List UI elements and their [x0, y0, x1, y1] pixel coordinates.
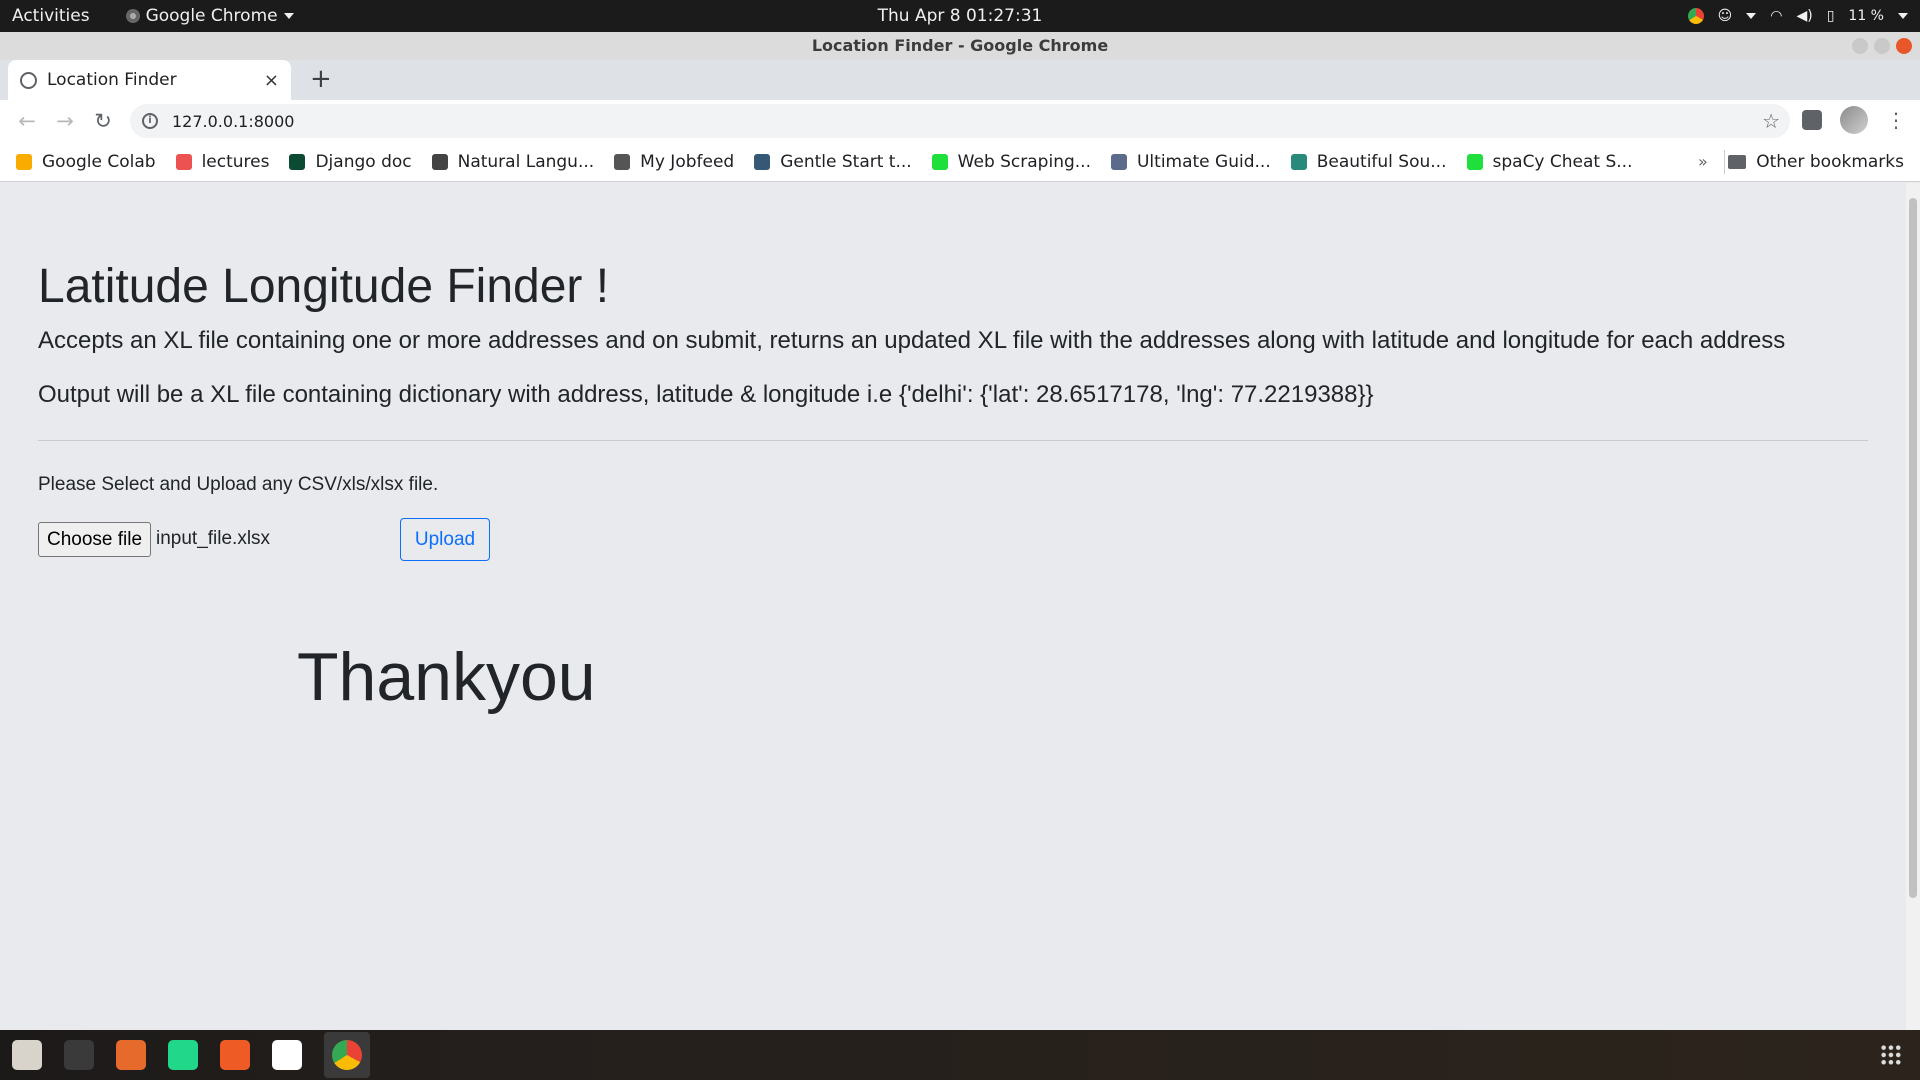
choose-file-button[interactable]: Choose file	[38, 522, 151, 557]
bookmark-item[interactable]: Beautiful Sou...	[1290, 151, 1447, 172]
django-icon	[289, 153, 306, 170]
bookmarks-bar: Google Colab lectures Django doc Natural La…	[0, 142, 1920, 182]
postman-icon[interactable]	[220, 1040, 250, 1070]
url-text[interactable]: 127.0.0.1:8000	[172, 112, 294, 131]
window-title-bar: Location Finder - Google Chrome	[0, 32, 1920, 60]
chrome-dock-item[interactable]	[324, 1032, 370, 1078]
page-content: Latitude Longitude Finder ! Accepts an X…	[0, 183, 1906, 1030]
bookmark-item[interactable]: My Jobfeed	[614, 152, 734, 172]
maximize-button[interactable]	[1874, 38, 1890, 54]
chevron-down-icon	[1746, 13, 1757, 19]
globe-icon	[20, 71, 37, 89]
activities-button[interactable]: Activities	[12, 6, 90, 26]
accessibility-icon: ☺	[1717, 8, 1733, 24]
chevron-down-icon	[283, 13, 294, 19]
bookmark-label: Gentle Start t...	[780, 151, 912, 172]
site-info-icon[interactable]: i	[142, 113, 158, 129]
battery-percentage: 11 %	[1848, 8, 1884, 24]
terminal-icon[interactable]	[64, 1040, 94, 1070]
tab-close-icon[interactable]: ×	[264, 70, 279, 91]
browser-toolbar: ← → ↻ i 127.0.0.1:8000 ☆ ⋮	[0, 100, 1920, 142]
bookmark-item[interactable]: Natural Langu...	[431, 151, 595, 172]
app-menu[interactable]: Google Chrome	[125, 6, 294, 26]
jobfeed-icon	[614, 153, 631, 170]
window-controls	[1852, 38, 1912, 54]
other-bookmarks-label: Other bookmarks	[1756, 151, 1904, 172]
selected-file-name: input_file.xlsx	[156, 528, 271, 549]
thankyou-message: Thankyou	[297, 639, 596, 715]
bookmark-item[interactable]: Gentle Start t...	[754, 151, 912, 172]
bookmark-item[interactable]: spaCy Cheat S...	[1466, 151, 1633, 172]
battery-icon: ▯	[1826, 8, 1835, 24]
volume-icon: ◀)	[1796, 8, 1813, 24]
bookmark-label: My Jobfeed	[640, 151, 735, 172]
description-text: Accepts an XL file containing one or mor…	[38, 327, 1786, 354]
chevron-down-icon	[1898, 13, 1908, 19]
bookmarks-separator	[1724, 150, 1725, 174]
page-heading: Latitude Longitude Finder !	[38, 260, 610, 313]
toolbar-actions: ⋮	[1802, 106, 1906, 134]
bookmark-item[interactable]: Django doc	[289, 151, 412, 172]
bookmark-item[interactable]: lectures	[175, 151, 270, 172]
ubuntu-software-icon[interactable]	[116, 1040, 146, 1070]
divider	[38, 440, 1868, 441]
tab-location-finder[interactable]: Location Finder ×	[8, 60, 291, 100]
tab-strip: Location Finder × +	[0, 60, 1920, 100]
pycharm-icon[interactable]	[168, 1040, 198, 1070]
chart-icon	[1110, 153, 1127, 170]
system-top-bar: Activities Google Chrome Thu Apr 8 01:27…	[0, 0, 1920, 32]
reload-button[interactable]: ↻	[84, 109, 122, 133]
show-applications-icon[interactable]	[1880, 1044, 1902, 1066]
more-bookmarks-chevron[interactable]: »	[1698, 152, 1708, 171]
tab-title: Location Finder	[47, 70, 177, 90]
chrome-tray-icon	[1687, 8, 1704, 24]
output-description-text: Output will be a XL file containing dict…	[38, 381, 1374, 408]
tds-icon	[754, 153, 771, 170]
globe-icon	[431, 153, 448, 170]
c-icon	[1290, 153, 1307, 170]
bookmark-label: Natural Langu...	[457, 151, 595, 172]
bookmark-label: spaCy Cheat S...	[1492, 151, 1633, 172]
back-button[interactable]: ←	[8, 109, 46, 133]
forward-button[interactable]: →	[46, 109, 84, 133]
extensions-icon[interactable]	[1802, 110, 1822, 130]
profile-avatar[interactable]	[1840, 106, 1868, 134]
files-icon[interactable]	[12, 1040, 42, 1070]
realpython-icon	[931, 153, 948, 170]
address-bar[interactable]: i 127.0.0.1:8000 ☆	[130, 104, 1790, 138]
page-scrollbar[interactable]	[1906, 183, 1920, 1030]
text-editor-icon[interactable]	[272, 1040, 302, 1070]
bookmark-label: lectures	[201, 151, 270, 172]
folder-icon	[1728, 154, 1747, 169]
other-bookmarks[interactable]: Other bookmarks	[1728, 152, 1904, 172]
bookmark-label: Web Scraping...	[957, 151, 1091, 172]
colab-icon	[16, 153, 32, 170]
upload-button[interactable]: Upload	[400, 518, 490, 561]
bookmark-label: Django doc	[315, 151, 412, 172]
bookmark-label: Beautiful Sou...	[1316, 151, 1447, 172]
chrome-menu-icon[interactable]: ⋮	[1886, 108, 1906, 132]
minimize-button[interactable]	[1852, 38, 1868, 54]
app-menu-label: Google Chrome	[145, 6, 278, 26]
bookmark-item[interactable]: Google Colab	[16, 152, 156, 172]
window-title: Location Finder - Google Chrome	[811, 36, 1109, 55]
bookmark-item[interactable]: Web Scraping...	[931, 151, 1091, 172]
bookmark-star-icon[interactable]: ☆	[1762, 109, 1780, 133]
taskbar-dock	[0, 1030, 1920, 1080]
bookmark-label: Ultimate Guid...	[1136, 151, 1271, 172]
udemy-icon	[175, 153, 192, 170]
scrollbar-thumb[interactable]	[1909, 198, 1917, 898]
bookmark-item[interactable]: Ultimate Guid...	[1110, 151, 1271, 172]
chrome-small-icon	[125, 9, 140, 23]
system-tray[interactable]: ☺ ◠ ◀) ▯ 11 %	[1687, 0, 1908, 32]
close-window-button[interactable]	[1896, 38, 1912, 54]
wifi-icon: ◠	[1770, 8, 1783, 24]
realpython-icon	[1466, 153, 1483, 170]
chrome-icon	[332, 1040, 362, 1070]
bookmark-label: Google Colab	[42, 151, 156, 172]
upload-instructions: Please Select and Upload any CSV/xls/xls…	[38, 474, 439, 495]
new-tab-button[interactable]: +	[310, 64, 332, 94]
